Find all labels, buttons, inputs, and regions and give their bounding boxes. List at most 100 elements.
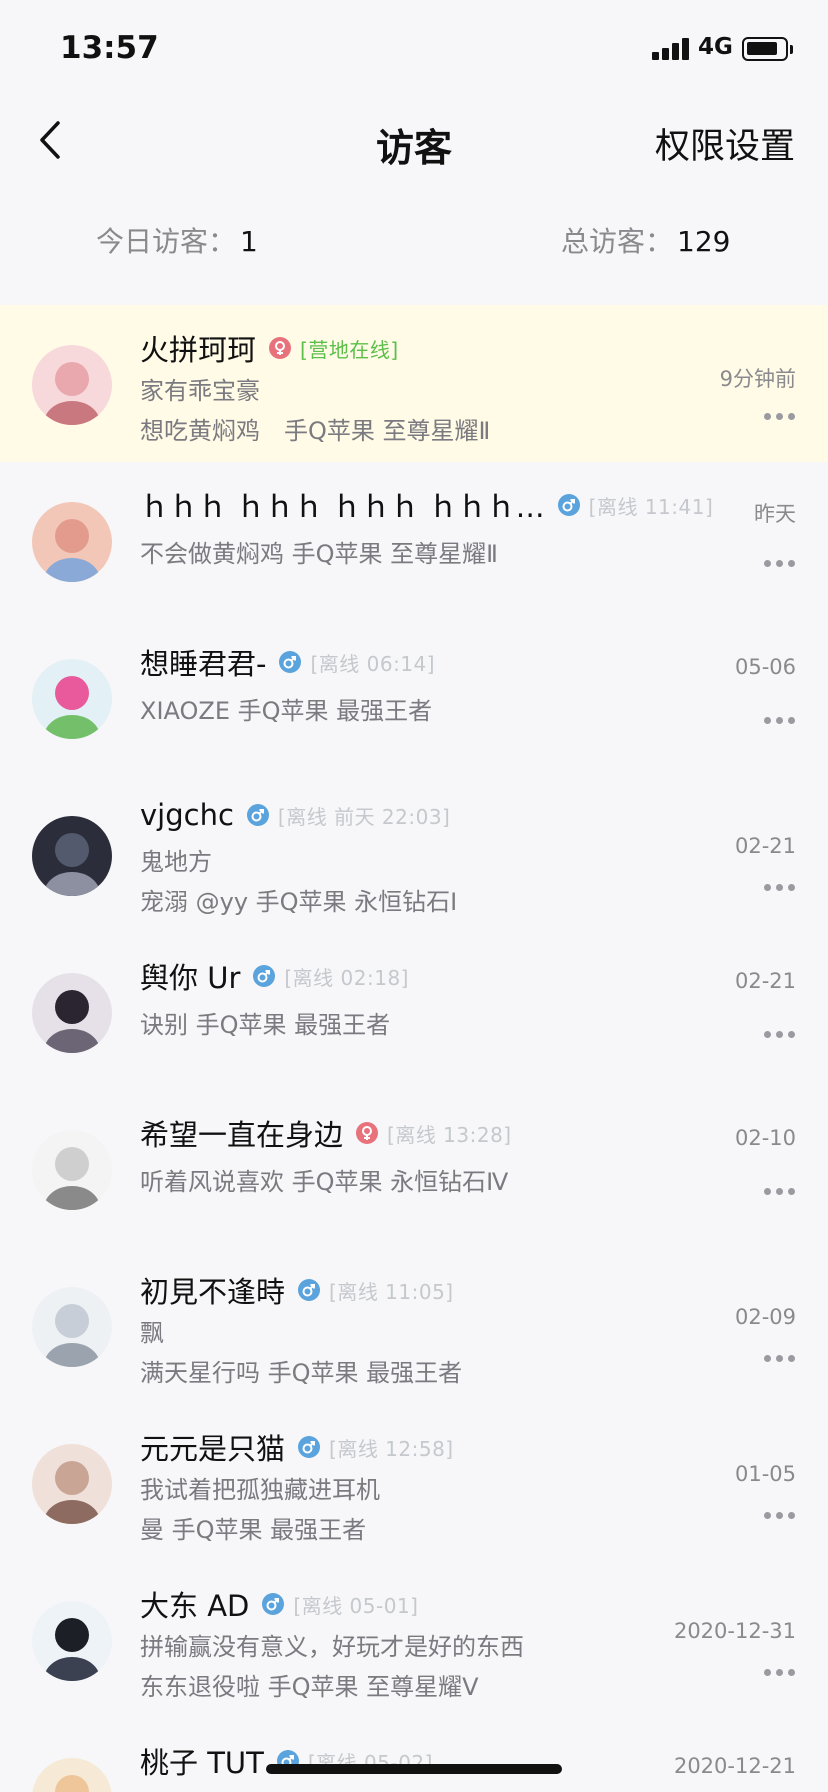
avatar[interactable] [32,659,112,739]
total-visitors-count: 129 [677,225,731,258]
visitor-row[interactable]: 舆你 Ur [离线 02:18] 诀别 手Q苹果 最强王者 02-21 [0,933,828,1090]
visitor-row[interactable]: 大东 AD [离线 05-01] 拼输赢没有意义，好玩才是好的东西 东东退役啦 … [0,1561,828,1718]
visitor-name: ｈｈｈ ｈｈｈ ｈｈｈ ｈｈｈ… [140,490,545,524]
visitor-game-info: 满天星行吗 手Q苹果 最强王者 [140,1359,463,1387]
presence-status: [离线 06:14] [310,651,436,676]
visitor-row[interactable]: 初見不逢時 [离线 11:05] 飘 满天星行吗 手Q苹果 最强王者 02-09 [0,1247,828,1404]
male-icon [262,1593,285,1615]
visitor-row[interactable]: 元元是只猫 [离线 12:58] 我试着把孤独藏进耳机 曼 手Q苹果 最强王者 … [0,1404,828,1561]
visitor-name: 火拼珂珂 [140,333,257,367]
presence-status: [离线 02:18] [284,965,409,990]
visitor-name: 大东 AD [140,1589,250,1623]
visitor-name: 桃子 TUT [140,1746,264,1780]
total-visitors-label: 总访客： [561,225,674,258]
avatar[interactable] [32,1287,112,1367]
more-icon[interactable] [764,560,796,568]
male-icon [253,965,276,987]
presence-status: [离线 前天 22:03] [277,804,451,829]
today-visitors-label: 今日访客： [96,225,237,258]
visitor-info: 听着风说喜欢 手Q苹果 永恒钻石Ⅳ [140,1168,509,1196]
today-visitors: 今日访客： 1 [96,220,258,260]
avatar[interactable] [32,502,112,582]
permission-settings-button[interactable]: 权限设置 [655,118,795,169]
avatar[interactable] [32,973,112,1053]
avatar[interactable] [32,1758,112,1792]
avatar[interactable] [32,345,112,425]
male-icon [298,1436,321,1458]
more-icon[interactable] [764,1355,796,1363]
visitor-name: 想睡君君- [140,647,267,681]
visitor-name: 舆你 Ur [140,961,241,995]
visitor-game-info: 曼 手Q苹果 最强王者 [140,1516,367,1544]
visitor-info: 家有乖宝豪 [140,377,260,405]
visitor-row[interactable]: 希望一直在身边 [离线 13:28] 听着风说喜欢 手Q苹果 永恒钻石Ⅳ 02-… [0,1090,828,1247]
total-visitors: 总访客： 129 [561,220,730,260]
more-icon[interactable] [764,413,796,421]
visitor-info: 飘 [140,1319,164,1347]
avatar[interactable] [32,1444,112,1524]
visitor-game-info: 东东退役啦 手Q苹果 至尊星耀Ⅴ [140,1673,479,1701]
visit-time: 02-21 [734,834,796,858]
more-icon[interactable] [764,1188,796,1196]
visit-time: 02-21 [734,969,796,993]
visit-time: 2020-12-31 [673,1619,796,1643]
cellular-signal-icon [652,38,692,60]
battery-icon [742,37,788,61]
visit-time: 01-05 [734,1462,796,1486]
male-icon [246,804,269,826]
male-icon [298,1279,321,1301]
presence-status: [离线 11:05] [329,1279,454,1304]
more-icon[interactable] [764,884,796,892]
male-icon [279,651,302,673]
more-icon[interactable] [764,1031,796,1039]
presence-status: [离线 11:41] [588,494,714,519]
name-line: 舆你 Ur [离线 02:18] [140,955,409,997]
network-type: 4G [698,34,733,60]
status-bar: 13:57 4G [0,0,828,100]
visitor-list: 火拼珂珂 [营地在线] 家有乖宝豪 想吃黄焖鸡 手Q苹果 至尊星耀Ⅱ 9分钟前 … [0,305,828,1792]
visitor-name: 希望一直在身边 [140,1118,344,1152]
avatar[interactable] [32,1130,112,1210]
presence-status: [营地在线] [300,337,399,362]
male-icon [557,494,580,516]
visitor-row[interactable]: 想睡君君- [离线 06:14] XIAOZE 手Q苹果 最强王者 05-06 [0,619,828,776]
presence-status: [离线 05-01] [293,1593,419,1618]
battery-cap [790,45,793,54]
visitor-info: 诀别 手Q苹果 最强王者 [140,1011,391,1039]
avatar[interactable] [32,816,112,896]
female-icon [269,337,292,359]
female-icon [356,1122,379,1144]
name-line: 桃子 TUT [离线 05-02] [140,1740,433,1782]
more-icon[interactable] [764,1669,796,1677]
more-icon[interactable] [764,717,796,725]
visit-time: 昨天 [754,502,796,526]
today-visitors-count: 1 [240,225,258,258]
visitor-game-info: 宠溺 @yy 手Q苹果 永恒钻石Ⅰ [140,888,458,916]
visitor-info: 鬼地方 [140,848,212,876]
visitor-row[interactable]: ｈｈｈ ｈｈｈ ｈｈｈ ｈｈｈ… [离线 11:41] 不会做黄焖鸡 手Q苹果 … [0,462,828,619]
more-icon[interactable] [764,1512,796,1520]
visitor-info: 我试着把孤独藏进耳机 [140,1476,380,1504]
name-line: ｈｈｈ ｈｈｈ ｈｈｈ ｈｈｈ… [离线 11:41] [140,484,713,526]
visit-time: 02-09 [734,1305,796,1329]
presence-status: [离线 12:58] [329,1436,454,1461]
name-line: 初見不逢時 [离线 11:05] [140,1269,454,1311]
presence-status: [离线 13:28] [387,1122,512,1147]
visitor-info: 拼输赢没有意义，好玩才是好的东西 [140,1633,524,1661]
visit-time: 05-06 [734,655,796,679]
visitor-row[interactable]: 桃子 TUT [离线 05-02] 2020-12-21 [0,1718,828,1792]
visitor-name: 元元是只猫 [140,1432,286,1466]
visitor-info: 不会做黄焖鸡 手Q苹果 至尊星耀Ⅱ [140,540,498,568]
home-indicator[interactable] [266,1764,562,1774]
name-line: 大东 AD [离线 05-01] [140,1583,418,1625]
name-line: 希望一直在身边 [离线 13:28] [140,1112,512,1154]
visitor-row[interactable]: 火拼珂珂 [营地在线] 家有乖宝豪 想吃黄焖鸡 手Q苹果 至尊星耀Ⅱ 9分钟前 [0,305,828,462]
visit-time: 9分钟前 [719,367,796,391]
status-time: 13:57 [60,30,159,66]
visitor-game-info: 想吃黄焖鸡 手Q苹果 至尊星耀Ⅱ [140,417,491,445]
avatar[interactable] [32,1601,112,1681]
visitor-row[interactable]: vjgchc [离线 前天 22:03] 鬼地方 宠溺 @yy 手Q苹果 永恒钻… [0,776,828,933]
visit-time: 2020-12-21 [673,1754,796,1778]
name-line: 元元是只猫 [离线 12:58] [140,1426,454,1468]
visitor-name: vjgchc [140,798,234,832]
